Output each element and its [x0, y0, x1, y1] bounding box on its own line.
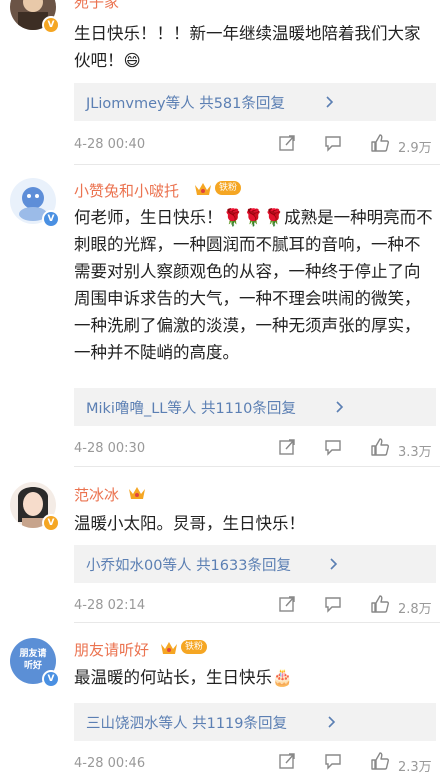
reply-summary-text: JLiomvmey等人 共581条回复 — [86, 96, 285, 112]
reply-summary[interactable]: Miki噜噜_LL等人 共1110条回复 — [74, 388, 436, 426]
comment-item: V 范冰冰 温暖小太阳。炅哥，生日快乐！ 小乔如水00等人 共1633条回复 4… — [0, 478, 440, 623]
reply-summary[interactable]: JLiomvmey等人 共581条回复 — [74, 83, 436, 121]
divider — [74, 622, 440, 623]
thumb-up-icon[interactable] — [370, 437, 390, 457]
share-icon[interactable] — [278, 595, 296, 613]
like-count: 2.8万 — [398, 602, 432, 617]
chevron-right-icon — [328, 716, 336, 728]
verified-badge-icon: V — [42, 514, 60, 532]
reply-summary[interactable]: 小乔如水00等人 共1633条回复 — [74, 545, 436, 583]
fan-badges: 铁粉 — [194, 181, 242, 197]
divider — [74, 466, 440, 467]
crown-icon — [195, 183, 211, 195]
reply-summary[interactable]: 三山饶泗水等人 共1119条回复 — [74, 703, 436, 741]
thumb-up-icon[interactable] — [370, 594, 390, 614]
comment-date: 4-28 00:40 — [74, 137, 146, 152]
verified-badge-icon: V — [42, 670, 60, 688]
avatar-text: 朋友请听好 — [19, 649, 47, 671]
like-count: 2.3万 — [398, 760, 432, 775]
thumb-up-icon[interactable] — [370, 751, 390, 771]
commenter-name[interactable]: 范冰冰 — [74, 484, 119, 505]
share-icon[interactable] — [278, 438, 296, 456]
commenter-name[interactable]: 宛子家 — [74, 0, 119, 12]
like-count: 3.3万 — [398, 445, 432, 460]
comment-date: 4-28 02:14 — [74, 598, 146, 613]
chevron-right-icon — [326, 96, 334, 108]
commenter-name[interactable]: 朋友请听好 — [74, 639, 149, 660]
comment-date: 4-28 00:30 — [74, 441, 146, 456]
crown-icon — [161, 642, 177, 654]
crown-icon — [129, 487, 145, 499]
comment-text: 最温暖的何站长，生日快乐🎂 — [74, 668, 293, 687]
comment-icon[interactable] — [324, 595, 342, 613]
reply-summary-text: 小乔如水00等人 共1633条回复 — [86, 558, 291, 574]
share-icon[interactable] — [278, 752, 296, 770]
comment-item: V 小赞兔和小啵托 铁粉 何老师，生日快乐！🌹🌹🌹成熟是一种明亮而不刺眼的光辉，… — [0, 176, 440, 467]
like-count: 2.9万 — [398, 141, 432, 156]
comment-text: 何老师，生日快乐！🌹🌹🌹成熟是一种明亮而不刺眼的光辉，一种圆润而不腻耳的音响，一… — [74, 208, 433, 362]
iron-fan-badge: 铁粉 — [215, 181, 242, 195]
share-icon[interactable] — [278, 134, 296, 152]
thumb-up-icon[interactable] — [370, 133, 390, 153]
commenter-name[interactable]: 小赞兔和小啵托 — [74, 180, 179, 201]
comment-item: 朋友请听好 V 朋友请听好 铁粉 最温暖的何站长，生日快乐🎂 三山饶泗水等人 共… — [0, 634, 440, 775]
iron-fan-badge: 铁粉 — [181, 640, 208, 654]
comment-icon[interactable] — [324, 134, 342, 152]
comment-item: V 宛子家 生日快乐！！！新一年继续温暖地陪着我们大家伙吧！😄 JLiomvme… — [0, 0, 440, 165]
fan-badges — [128, 485, 146, 501]
comment-icon[interactable] — [324, 752, 342, 770]
reply-summary-text: Miki噜噜_LL等人 共1110条回复 — [86, 401, 296, 417]
divider — [74, 164, 440, 165]
chevron-right-icon — [330, 558, 338, 570]
reply-summary-text: 三山饶泗水等人 共1119条回复 — [86, 716, 288, 732]
verified-badge-icon: V — [42, 16, 60, 34]
verified-badge-icon: V — [42, 210, 60, 228]
fan-badges: 铁粉 — [160, 640, 208, 656]
comment-text: 温暖小太阳。炅哥，生日快乐！ — [74, 514, 305, 533]
comment-text: 生日快乐！！！新一年继续温暖地陪着我们大家伙吧！😄 — [74, 24, 421, 70]
comment-icon[interactable] — [324, 438, 342, 456]
chevron-right-icon — [336, 401, 344, 413]
